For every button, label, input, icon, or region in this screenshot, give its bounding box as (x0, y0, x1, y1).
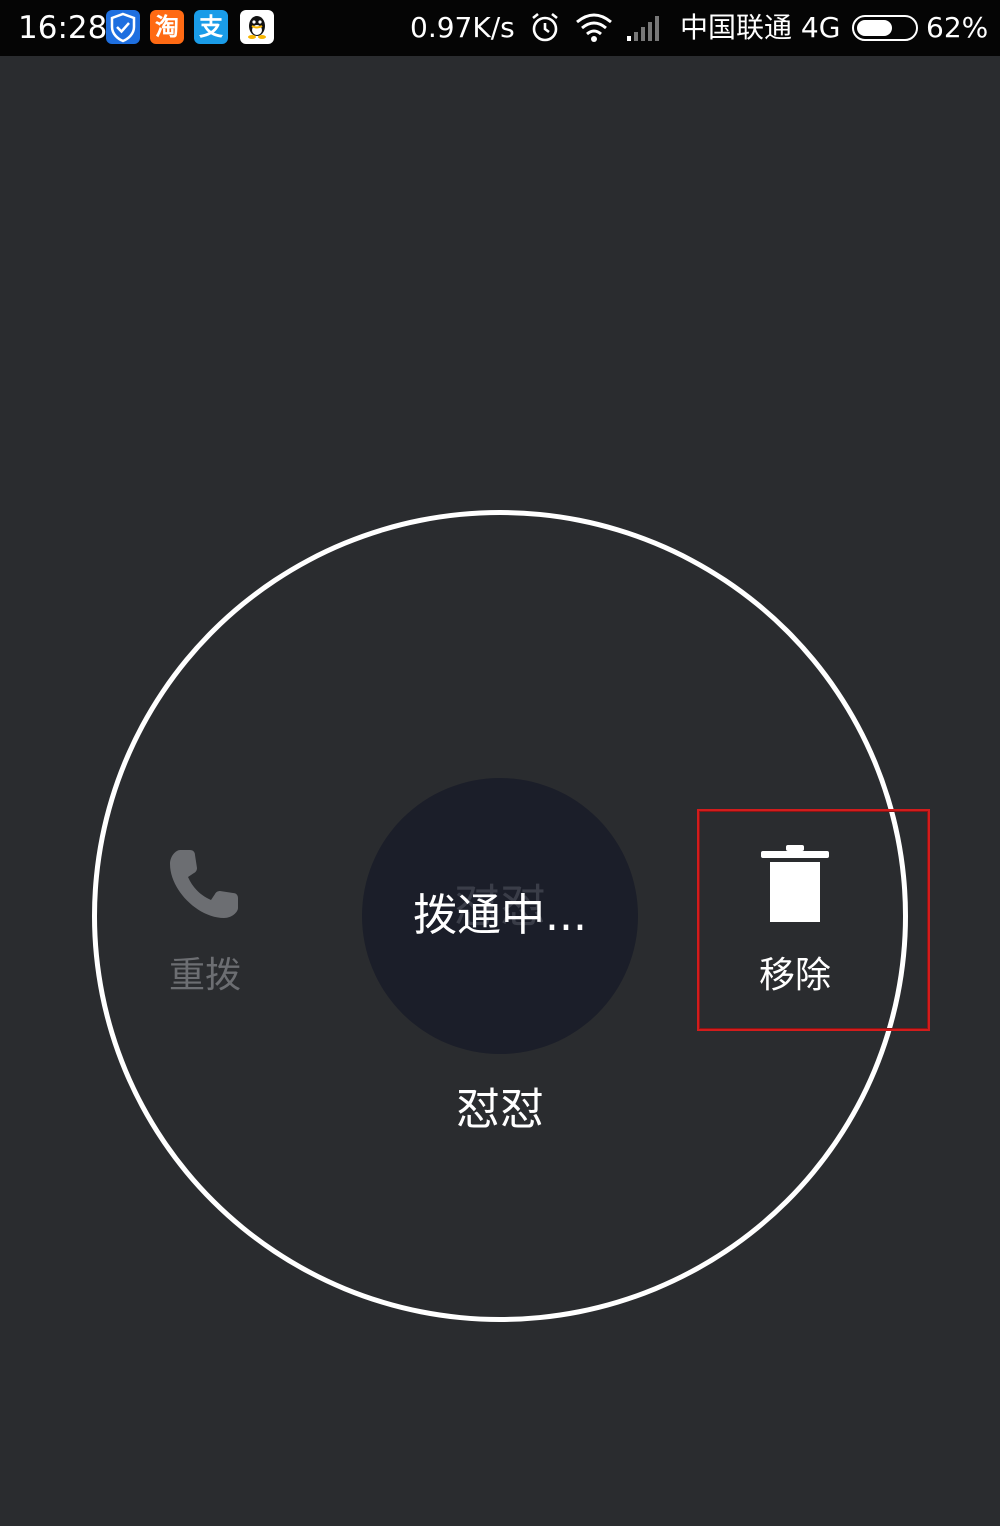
battery-percent: 62% (926, 11, 989, 44)
status-time: 16:28 (18, 10, 108, 46)
qq-app-icon (240, 10, 274, 44)
redial-button[interactable]: 重拨 (140, 840, 270, 1010)
battery-level-fill (857, 20, 892, 36)
redial-label: 重拨 (168, 955, 241, 996)
carrier-name: 中国联通 4G (680, 11, 841, 44)
call-status-text: 拨通中... (413, 890, 587, 941)
shield-app-icon (106, 10, 140, 44)
wifi-icon (576, 13, 612, 42)
contact-name: 怼怼 (456, 1084, 544, 1135)
network-speed: 0.97K/s (410, 11, 515, 44)
battery-icon (852, 15, 918, 41)
status-bar: 16:28 淘 支 0.97K/s 中国联通 4G 62% (0, 0, 1000, 56)
taobao-app-icon: 淘 (150, 10, 184, 44)
signal-icon (627, 16, 659, 41)
alarm-icon (532, 12, 558, 42)
trash-icon (761, 845, 829, 922)
alipay-app-icon: 支 (194, 10, 228, 44)
remove-button[interactable]: 移除 (730, 840, 860, 1010)
remove-label: 移除 (758, 955, 831, 996)
phone-icon (170, 850, 238, 918)
